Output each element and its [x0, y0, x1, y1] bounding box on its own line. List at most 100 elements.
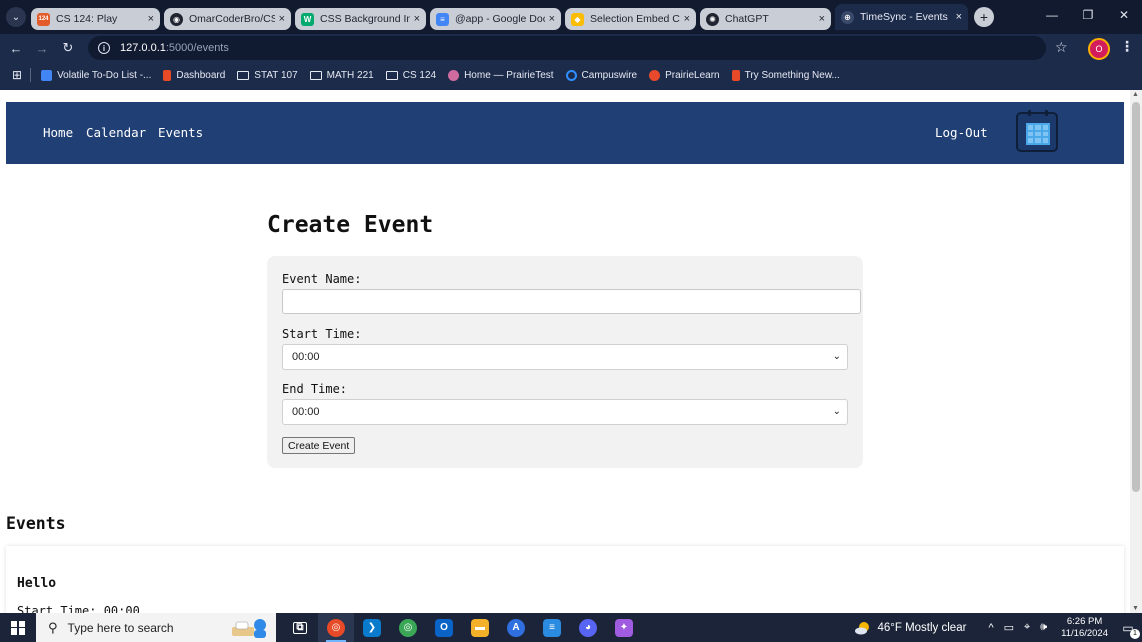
- scroll-thumb[interactable]: [1132, 102, 1140, 492]
- weather-widget[interactable]: 46°F Mostly clear: [855, 621, 966, 635]
- volume-icon[interactable]: 🕪: [1040, 621, 1047, 634]
- discord-icon[interactable]: ◕: [570, 613, 606, 642]
- taskbar-clock[interactable]: 6:26 PM 11/16/2024: [1061, 616, 1108, 640]
- nav-link-home[interactable]: Home: [43, 125, 73, 140]
- bookmark-label: CS 124: [402, 69, 437, 81]
- illinois-icon: [731, 69, 740, 81]
- prairielearn-icon: [649, 69, 661, 81]
- bookmark-cs124[interactable]: CS 124: [385, 69, 437, 81]
- docs-icon: [41, 69, 53, 81]
- start-button[interactable]: [0, 613, 36, 642]
- tab-css-background[interactable]: W CSS Background Ima ×: [295, 8, 426, 30]
- notepad-icon[interactable]: ≡: [534, 613, 570, 642]
- search-icon: ⚲: [48, 619, 58, 635]
- bookmark-prairietest[interactable]: Home — PrairieTest: [448, 69, 554, 81]
- bookmark-math221[interactable]: MATH 221: [309, 70, 374, 81]
- bookmark-star-icon[interactable]: ☆: [1055, 39, 1068, 56]
- close-tab-icon[interactable]: ×: [819, 13, 825, 25]
- nav-link-calendar[interactable]: Calendar: [86, 125, 146, 140]
- end-time-value: 00:00: [292, 406, 320, 418]
- bookmark-prairielearn[interactable]: PrairieLearn: [649, 69, 720, 81]
- tab-timesync-events[interactable]: ⊕ TimeSync - Events ×: [835, 4, 968, 30]
- tab-selection-embed[interactable]: ◆ Selection Embed Co ×: [565, 8, 696, 30]
- nav-link-events[interactable]: Events: [158, 125, 203, 140]
- new-tab-button[interactable]: +: [974, 7, 994, 27]
- restore-icon[interactable]: ❐: [1070, 0, 1106, 30]
- profile-avatar[interactable]: O: [1088, 38, 1110, 60]
- nav-link-logout[interactable]: Log-Out: [935, 125, 988, 140]
- file-explorer-icon[interactable]: ▬: [462, 613, 498, 642]
- tab-search-chevron-icon[interactable]: ⌄: [6, 7, 26, 27]
- app-store-icon[interactable]: A: [498, 613, 534, 642]
- copilot-icon[interactable]: ✦: [606, 613, 642, 642]
- back-arrow-icon[interactable]: ←: [3, 41, 29, 56]
- address-bar[interactable]: i 127.0.0.1:5000/events: [88, 36, 1046, 60]
- outlook-icon[interactable]: O: [426, 613, 462, 642]
- campuswire-icon: [565, 69, 577, 81]
- forward-arrow-icon[interactable]: →: [29, 41, 55, 56]
- close-window-icon[interactable]: ✕: [1106, 0, 1142, 30]
- close-tab-icon[interactable]: ×: [414, 13, 420, 25]
- close-tab-icon[interactable]: ×: [549, 13, 555, 25]
- notification-center-icon[interactable]: ▭ 1: [1118, 619, 1140, 639]
- cs124-favicon-icon: 124: [37, 12, 50, 26]
- page-viewport: Home Calendar Events Log-Out Create Even…: [0, 90, 1130, 613]
- tab-google-docs[interactable]: ≡ @app - Google Docs ×: [430, 8, 561, 30]
- reload-icon[interactable]: ↻: [55, 40, 81, 56]
- page-scrollbar[interactable]: ▲ ▼: [1130, 90, 1142, 613]
- browser-menu-icon[interactable]: ⋮: [1120, 38, 1134, 55]
- bookmarks-bar: ⊞ Volatile To-Do List -... Dashboard STA…: [0, 62, 1142, 88]
- start-time-value: 00:00: [292, 351, 320, 363]
- site-navbar: Home Calendar Events Log-Out: [6, 102, 1124, 164]
- scroll-down-arrow-icon[interactable]: ▼: [1132, 605, 1139, 612]
- bookmark-stat107[interactable]: STAT 107: [237, 70, 298, 81]
- tab-github[interactable]: ◉ OmarCoderBro/CS-1 ×: [164, 8, 291, 30]
- google-docs-icon: ≡: [436, 12, 449, 26]
- minimize-icon[interactable]: —: [1034, 0, 1070, 30]
- tab-chatgpt[interactable]: ✺ ChatGPT ×: [700, 8, 831, 30]
- window-controls: — ❐ ✕: [1034, 0, 1142, 30]
- events-heading: Events: [6, 514, 66, 533]
- folder-icon: [237, 70, 250, 80]
- taskbar-search-box[interactable]: ⚲ Type here to search: [36, 613, 276, 642]
- bookmark-volatile-todo[interactable]: Volatile To-Do List -...: [41, 69, 151, 81]
- end-time-select[interactable]: 00:00 ⌄: [282, 399, 848, 425]
- chevron-up-icon[interactable]: ^: [988, 622, 993, 634]
- chevron-down-icon: ⌄: [832, 406, 841, 417]
- close-tab-icon[interactable]: ×: [684, 13, 690, 25]
- tab-title: OmarCoderBro/CS-1: [189, 13, 275, 25]
- bookmark-dashboard[interactable]: Dashboard: [163, 69, 225, 81]
- close-tab-icon[interactable]: ×: [956, 11, 962, 23]
- task-view-icon[interactable]: ⧉: [282, 613, 318, 642]
- weather-moon-cloud-icon: [855, 621, 870, 634]
- chrome-canary-icon[interactable]: ◎: [390, 613, 426, 642]
- chatgpt-icon: ✺: [706, 12, 719, 26]
- tab-cs124-play[interactable]: 124 CS 124: Play ×: [31, 8, 160, 30]
- browser-toolbar: ← → ↻ i 127.0.0.1:5000/events ☆: [0, 34, 1142, 62]
- battery-icon[interactable]: ▭: [1004, 621, 1014, 634]
- site-info-icon[interactable]: i: [98, 42, 110, 54]
- taskbar-apps: ⧉ ◎ ❯ ◎ O ▬ A ≡ ◕ ✦: [282, 613, 642, 642]
- calendar-logo-icon: [1016, 110, 1058, 152]
- event-name: Hello: [17, 576, 57, 591]
- close-tab-icon[interactable]: ×: [279, 13, 285, 25]
- maps-icon: ◆: [571, 12, 584, 26]
- bookmark-label: Campuswire: [581, 69, 638, 81]
- tab-title: TimeSync - Events: [860, 11, 948, 23]
- vscode-icon[interactable]: ❯: [354, 613, 390, 642]
- clock-date: 11/16/2024: [1061, 627, 1108, 639]
- folder-icon: [385, 70, 398, 80]
- scroll-up-arrow-icon[interactable]: ▲: [1132, 91, 1139, 98]
- weather-temp: 46°F: [877, 621, 902, 634]
- clock-time: 6:26 PM: [1066, 615, 1103, 627]
- start-time-select[interactable]: 00:00 ⌄: [282, 344, 848, 370]
- network-icon[interactable]: ⌖: [1024, 621, 1030, 634]
- close-tab-icon[interactable]: ×: [148, 13, 154, 25]
- apps-grid-icon[interactable]: ⊞: [12, 68, 22, 82]
- event-name-input[interactable]: [282, 289, 861, 314]
- create-event-button[interactable]: Create Event: [282, 437, 356, 454]
- bookmark-try-something-new[interactable]: Try Something New...: [731, 69, 840, 81]
- tab-list: 124 CS 124: Play × ◉ OmarCoderBro/CS-1 ×…: [31, 4, 972, 30]
- bookmark-campuswire[interactable]: Campuswire: [565, 69, 638, 81]
- chrome-icon[interactable]: ◎: [318, 613, 354, 642]
